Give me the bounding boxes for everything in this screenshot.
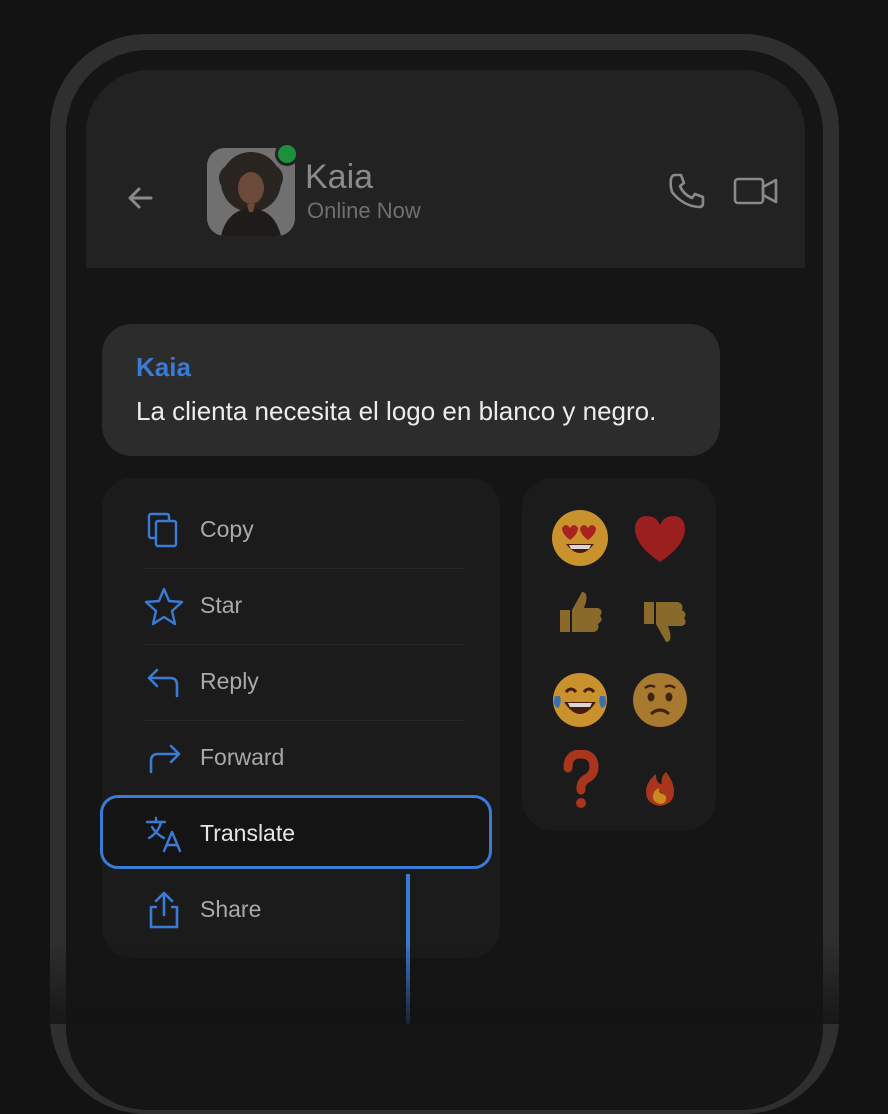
- tears-of-joy-emoji[interactable]: [550, 670, 610, 730]
- question-mark-emoji[interactable]: [550, 750, 610, 810]
- message-bubble[interactable]: Kaia La clienta necesita el logo en blan…: [102, 324, 720, 456]
- back-arrow-icon[interactable]: [121, 178, 161, 218]
- menu-label-copy: Copy: [200, 516, 254, 542]
- contact-status: Online Now: [307, 198, 421, 223]
- reply-icon: [147, 668, 179, 698]
- menu-item-copy[interactable]: Copy: [102, 492, 500, 568]
- translate-icon: [145, 816, 182, 853]
- menu-item-translate[interactable]: Translate: [102, 796, 500, 872]
- menu-label-translate: Translate: [200, 820, 296, 846]
- phone-call-icon[interactable]: [666, 170, 708, 212]
- share-icon: [149, 891, 179, 929]
- phone-screen: Kaia Online Now Kaia La clienta necesita…: [66, 50, 823, 1110]
- menu-label-forward: Forward: [200, 744, 285, 770]
- menu-label-reply: Reply: [200, 668, 259, 694]
- message-text: La clienta necesita el logo en blanco y …: [136, 396, 657, 426]
- menu-label-share: Share: [200, 896, 262, 922]
- menu-item-reply[interactable]: Reply: [102, 644, 500, 720]
- context-menu: Copy Star Reply Forward Translate Share: [100, 478, 500, 958]
- video-call-icon[interactable]: [732, 170, 780, 212]
- menu-label-star: Star: [200, 592, 243, 618]
- thumbs-down-emoji[interactable]: [634, 592, 694, 652]
- message-sender: Kaia: [136, 352, 191, 382]
- worried-emoji[interactable]: [630, 670, 690, 730]
- contact-name: Kaia: [305, 158, 374, 196]
- annotation-connector-line: [406, 874, 410, 1024]
- online-status-dot: [275, 142, 299, 166]
- star-icon: [144, 587, 184, 626]
- thumbs-up-emoji[interactable]: [550, 582, 610, 642]
- menu-item-forward[interactable]: Forward: [102, 720, 500, 796]
- copy-icon: [147, 512, 178, 548]
- menu-item-share[interactable]: Share: [102, 872, 500, 948]
- red-heart-emoji[interactable]: [630, 508, 690, 568]
- reaction-panel: [522, 478, 716, 830]
- menu-item-star[interactable]: Star: [102, 568, 500, 644]
- chat-header: Kaia Online Now: [86, 70, 805, 268]
- fire-emoji[interactable]: [640, 768, 680, 808]
- heart-eyes-emoji[interactable]: [550, 508, 610, 568]
- forward-icon: [149, 744, 181, 774]
